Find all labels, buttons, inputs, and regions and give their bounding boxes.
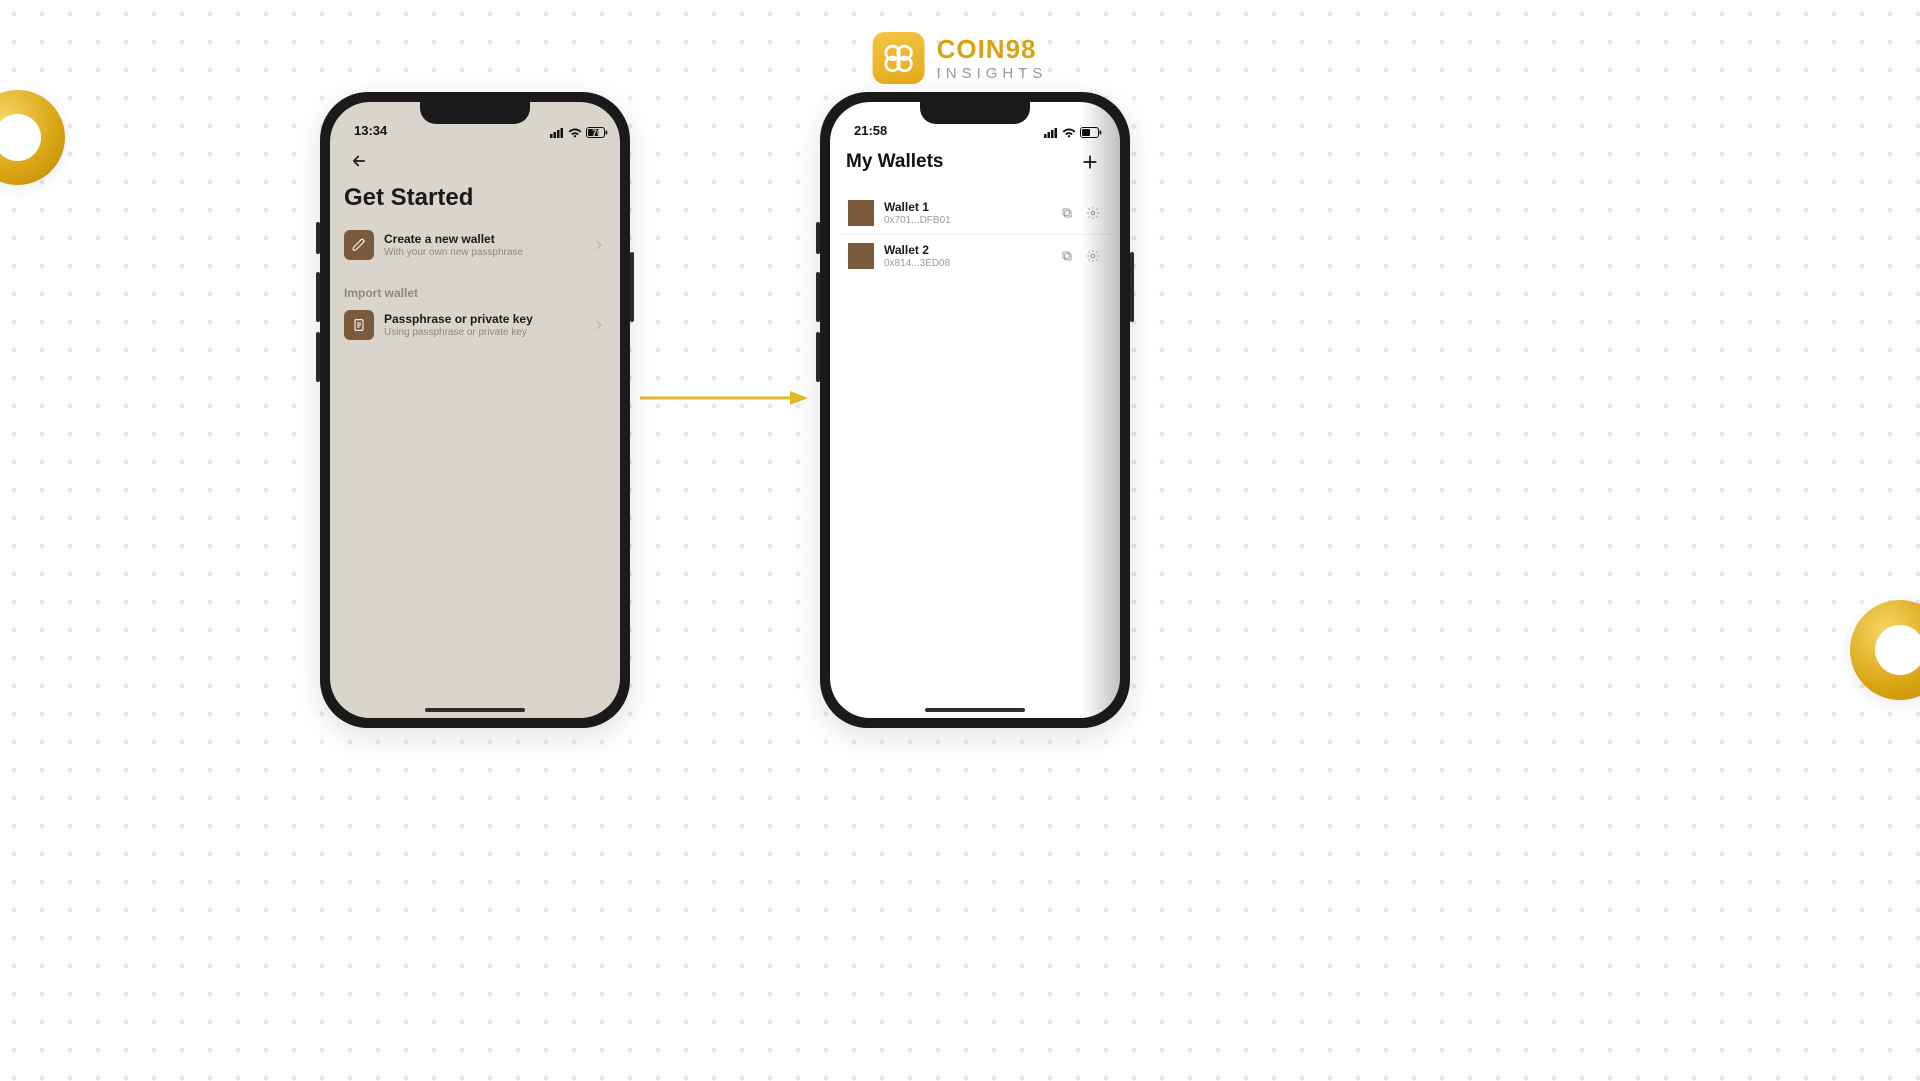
option-title: Passphrase or private key [384,312,582,326]
document-icon [344,310,374,340]
wallet-list: Wallet 1 0x701...DFB01 [830,186,1120,277]
gear-icon [1086,249,1100,263]
wallet-color-swatch [848,200,874,226]
wallet-settings-button[interactable] [1084,204,1102,222]
wallet-name: Wallet 2 [884,243,1048,257]
wallet-address: 0x701...DFB01 [884,215,1048,226]
arrow-left-icon [350,152,368,170]
import-section-label: Import wallet [330,266,620,304]
brand-subtitle: INSIGHTS [937,66,1048,81]
brand-name: COIN98 [937,36,1048,62]
battery-icon [1080,127,1102,138]
create-wallet-option[interactable]: Create a new wallet With your own new pa… [330,224,620,266]
wallet-settings-button[interactable] [1084,247,1102,265]
phone-frame-left: 13:34 70 [320,92,630,728]
import-passphrase-option[interactable]: Passphrase or private key Using passphra… [330,304,620,346]
wallet-address: 0x814...3ED08 [884,258,1048,269]
chevron-right-icon [592,318,606,332]
home-indicator [425,708,525,712]
copy-icon [1060,249,1074,263]
status-time: 13:34 [354,123,387,138]
pencil-icon [344,230,374,260]
decoration-ring-right [1850,600,1920,700]
brand-mark-icon [873,32,925,84]
phone-notch [920,102,1030,124]
cellular-icon [550,128,564,138]
copy-address-button[interactable] [1058,204,1076,222]
phone-frame-right: 21:58 [820,92,1130,728]
add-wallet-button[interactable] [1076,148,1104,176]
gear-icon [1086,206,1100,220]
wifi-icon [1062,128,1076,138]
battery-percent: 70 [592,128,602,138]
home-indicator [925,708,1025,712]
chevron-right-icon [592,238,606,252]
option-subtitle: Using passphrase or private key [384,327,582,338]
option-title: Create a new wallet [384,232,582,246]
wallet-color-swatch [848,243,874,269]
page-title: Get Started [330,176,620,224]
wallet-name: Wallet 1 [884,200,1048,214]
wallet-row[interactable]: Wallet 2 0x814...3ED08 [838,235,1112,277]
cellular-icon [1044,128,1058,138]
back-button[interactable] [344,146,374,176]
option-subtitle: With your own new passphrase [384,247,582,258]
brand-logo: COIN98 INSIGHTS [873,32,1048,84]
phone-notch [420,102,530,124]
wallet-row[interactable]: Wallet 1 0x701...DFB01 [838,192,1112,235]
page-title: My Wallets [846,151,944,173]
arrow-icon [640,390,810,406]
status-time: 21:58 [854,123,887,138]
plus-icon [1080,152,1100,172]
copy-icon [1060,206,1074,220]
decoration-ring-left [0,90,65,185]
copy-address-button[interactable] [1058,247,1076,265]
wifi-icon [568,128,582,138]
